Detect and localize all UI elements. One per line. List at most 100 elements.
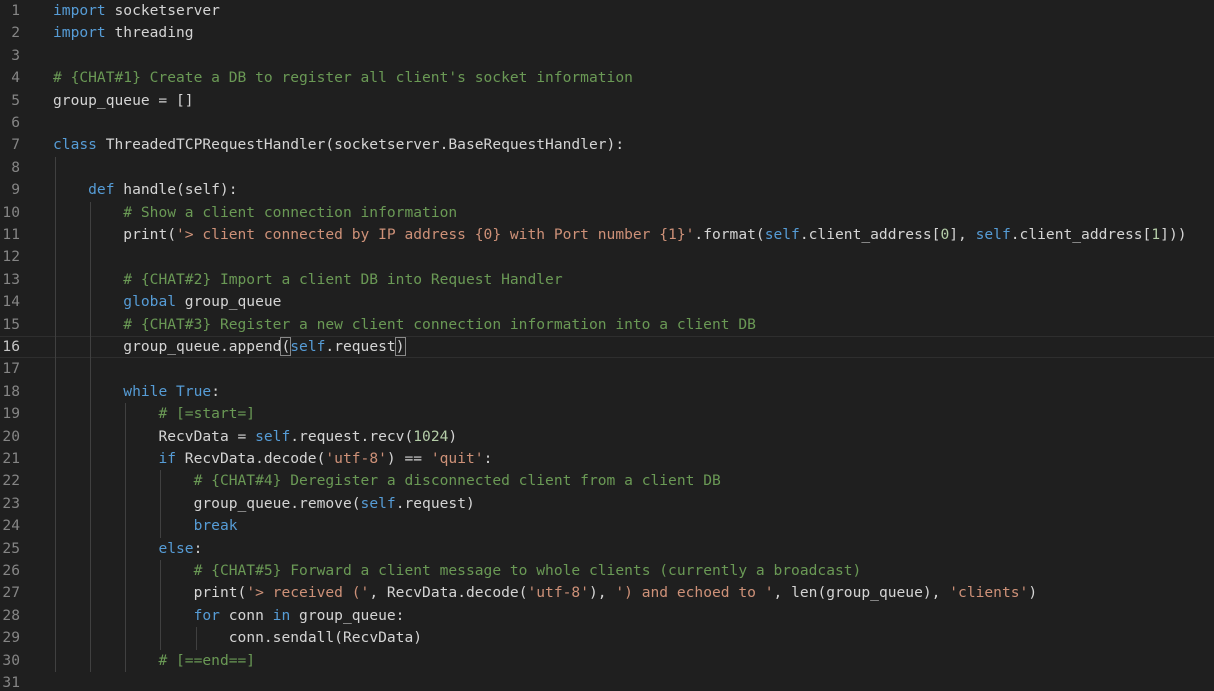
code-line[interactable]: 26 # {CHAT#5} Forward a client message to… [0,560,1214,582]
code-token: while [123,382,168,400]
code-line[interactable]: 25 else: [0,538,1214,560]
code-token: ThreadedTCPRequestHandler(socketserver.B… [96,136,625,154]
code-text: # {CHAT#3} Register a new client connect… [123,314,756,336]
code-token: if [158,450,177,467]
code-line[interactable]: 31 [0,672,1214,691]
line-number: 29 [2,629,20,647]
code-text: RecvData = self.request.recv(1024) [158,426,457,448]
code-line[interactable]: 20 RecvData = self.request.recv(1024) [0,426,1214,448]
line-number: 17 [2,360,20,378]
code-token: def [88,181,115,199]
code-token: self [764,226,800,243]
line-number: 28 [2,606,20,624]
code-token: ) == [386,450,431,467]
line-number: 9 [11,181,20,199]
code-line[interactable]: 19 # [=start=] [0,403,1214,425]
line-number: 11 [2,226,20,243]
code-line[interactable]: 13 # {CHAT#2} Import a client DB into Req… [0,269,1214,291]
code-token: RecvData.decode( [176,450,326,467]
indent-guide [160,470,162,538]
code-token: conn.sendall(RecvData) [228,629,423,647]
code-text: group_queue.append(self.request) [123,337,406,357]
code-line[interactable]: 22 # {CHAT#4} Deregister a disconnected c… [0,470,1214,492]
code-line[interactable]: 30 # [==end==] [0,650,1214,672]
code-editor[interactable]: 1 import socketserver 2 import threading 3 4 #… [0,0,1214,691]
code-line[interactable]: 16 group_queue.append(self.request) [0,336,1214,359]
code-token: .format( [694,226,765,243]
code-text: if RecvData.decode('utf-8') == 'quit': [158,448,492,470]
code-line[interactable]: 8 [0,157,1214,179]
line-number: 22 [2,472,20,490]
code-line[interactable]: 7 class ThreadedTCPRequestHandler(sockets… [0,134,1214,156]
code-line[interactable]: 6 [0,112,1214,134]
line-number: 23 [2,494,20,512]
code-line[interactable]: 2 import threading [0,22,1214,44]
code-token: # {CHAT#2} Import a client DB into Reque… [123,270,563,288]
code-line[interactable]: 14 global group_queue [0,291,1214,313]
code-token: ') and echoed to ' [615,584,774,602]
code-token: .client_address[ [799,226,941,243]
code-line[interactable]: 9 def handle(self): [0,179,1214,201]
code-token: # {CHAT#3} Register a new client connect… [123,315,756,333]
code-text: # {CHAT#2} Import a client DB into Reque… [123,269,562,291]
line-number: 4 [11,69,20,87]
code-token: # [==end==] [158,651,256,669]
code-token: ), [589,584,616,602]
indent-guide [55,156,56,672]
indent-guide [90,201,92,672]
code-token: # {CHAT#1} Create a DB to register all c… [53,69,633,87]
line-number: 18 [2,382,20,400]
code-text: def handle(self): [88,179,237,201]
code-token: : [483,450,493,467]
code-line[interactable]: 1 import socketserver [0,0,1214,22]
code-text: group_queue = [] [53,90,194,112]
code-token: ])) [1160,226,1187,243]
code-line[interactable]: 29 conn.sendall(RecvData) [0,627,1214,649]
code-text: else: [158,538,202,560]
code-token: print( [123,226,177,243]
code-token: : [193,539,203,557]
code-token: RecvData = [158,427,256,445]
line-number: 13 [2,270,20,288]
code-token: ( [280,337,292,356]
line-number: 7 [11,136,20,154]
code-token: .client_address[ [1010,226,1152,243]
code-token: : [211,382,220,400]
line-number: 10 [2,203,20,221]
code-token: True [176,382,212,400]
code-line[interactable]: 15 # {CHAT#3} Register a new client conne… [0,314,1214,336]
code-token: group_queue.remove( [193,494,361,512]
code-line[interactable]: 18 while True: [0,381,1214,403]
code-text: import threading [53,22,194,44]
code-line[interactable]: 21 if RecvData.decode('utf-8') == 'quit': [0,448,1214,470]
code-line[interactable]: 23 group_queue.remove(self.request) [0,493,1214,515]
code-token: group_queue [176,293,282,311]
code-token: break [193,517,238,535]
code-line[interactable]: 17 [0,358,1214,380]
code-text: conn.sendall(RecvData) [229,627,422,649]
code-token: 'utf-8' [527,584,589,602]
code-token: .request) [395,494,475,512]
code-line[interactable]: 3 [0,45,1214,67]
code-line[interactable]: 12 [0,246,1214,268]
code-token: 1024 [413,427,449,445]
code-line[interactable]: 24 break [0,515,1214,537]
code-text: # [=start=] [158,403,255,425]
code-token: '> client connected by IP address {0} wi… [176,226,695,243]
code-line[interactable]: 11 print('> client connected by IP addres… [0,224,1214,246]
code-line[interactable]: 10 # Show a client connection information [0,202,1214,224]
code-line[interactable]: 28 for conn in group_queue: [0,605,1214,627]
code-token: in [272,606,291,624]
code-token: conn [219,606,273,624]
line-number: 27 [2,584,20,602]
code-line[interactable]: 4 # {CHAT#1} Create a DB to register all … [0,67,1214,89]
line-number: 1 [11,2,20,19]
line-number: 31 [2,674,20,691]
line-number: 24 [2,517,20,535]
code-token: self [975,226,1011,243]
code-token: # {CHAT#4} Deregister a disconnected cli… [193,472,721,490]
code-line[interactable]: 5 group_queue = [] [0,90,1214,112]
code-line[interactable]: 27 print('> received (', RecvData.decode(… [0,582,1214,604]
line-number: 26 [2,562,20,579]
